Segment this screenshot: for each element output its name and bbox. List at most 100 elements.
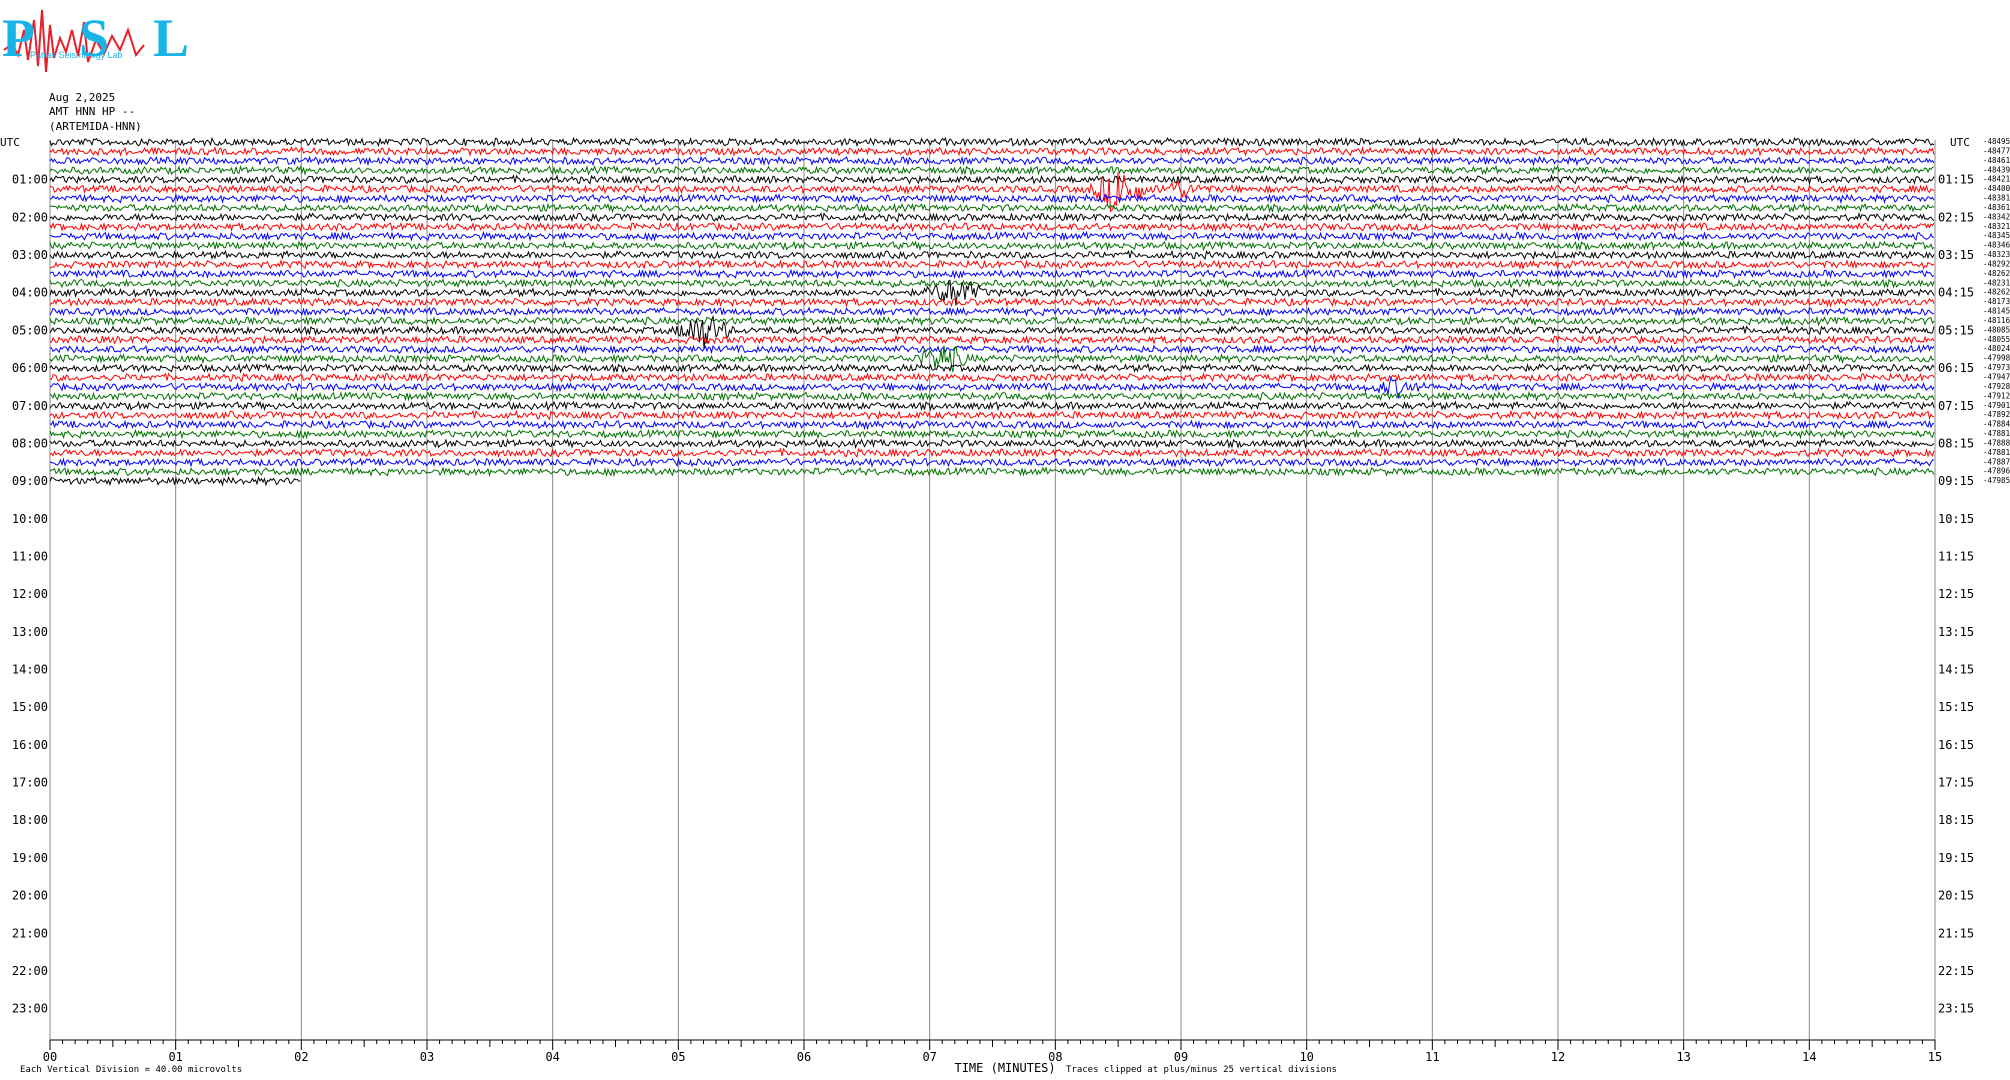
right-hour-label: 16:15 — [1938, 738, 1974, 752]
x-tick-label: 14 — [1802, 1050, 1816, 1064]
right-hour-label: 05:15 — [1938, 323, 1974, 337]
trace-line — [49, 344, 1935, 355]
trace-line — [49, 447, 1935, 458]
right-hour-label: 15:15 — [1938, 700, 1974, 714]
x-tick-label: 13 — [1676, 1050, 1690, 1064]
left-hour-label: 20:00 — [12, 889, 48, 903]
x-tick-label: 03 — [420, 1050, 434, 1064]
left-hour-label: 03:00 — [12, 248, 48, 262]
right-hour-label: 13:15 — [1938, 625, 1974, 639]
trace-offset-label: -47892 — [1983, 410, 2010, 419]
trace-offset-label: -48495 — [1983, 137, 2010, 146]
trace-offset-label: -48173 — [1983, 297, 2010, 306]
trace-line — [49, 437, 1935, 450]
left-hour-label: 15:00 — [12, 700, 48, 714]
left-hour-label: 09:00 — [12, 474, 48, 488]
right-hour-label: 03:15 — [1938, 248, 1974, 262]
x-tick-label: 01 — [168, 1050, 182, 1064]
trace-line — [49, 258, 1935, 271]
trace-line — [49, 202, 1935, 214]
trace-offset-label: -48231 — [1983, 278, 2010, 287]
x-tick-label: 04 — [545, 1050, 559, 1064]
right-hour-label: 08:15 — [1938, 436, 1974, 450]
trace-line — [49, 193, 1935, 205]
trace-offset-label: -47896 — [1983, 467, 2010, 476]
trace-offset-label: -48361 — [1983, 203, 2010, 212]
left-hour-label: 12:00 — [12, 587, 48, 601]
trace-line — [49, 230, 1935, 242]
x-tick-label: 09 — [1174, 1050, 1188, 1064]
trace-offset-label: -47887 — [1983, 457, 2010, 466]
trace-line — [49, 315, 1935, 327]
trace-offset-label: -48055 — [1983, 335, 2010, 344]
trace-offset-label: -48381 — [1983, 194, 2010, 203]
left-hour-label: 04:00 — [12, 286, 48, 300]
trace-line — [49, 164, 1935, 176]
trace-offset-label: -48321 — [1983, 222, 2010, 231]
trace-offset-label: -48461 — [1983, 156, 2010, 165]
x-tick-label: 07 — [922, 1050, 936, 1064]
trace-line — [49, 268, 1935, 280]
trace-offset-label: -48342 — [1983, 212, 2010, 221]
trace-offset-label: -47998 — [1983, 354, 2010, 363]
trace-line — [49, 249, 1935, 261]
trace-offset-label: -47888 — [1983, 438, 2010, 447]
x-tick-label: 10 — [1299, 1050, 1313, 1064]
right-hour-label: 20:15 — [1938, 889, 1974, 903]
left-hour-label: 10:00 — [12, 512, 48, 526]
right-hour-label: 21:15 — [1938, 926, 1974, 940]
trace-offset-label: -47884 — [1983, 420, 2010, 429]
right-hour-label: 02:15 — [1938, 210, 1974, 224]
trace-line — [49, 362, 1935, 374]
right-hour-label: 10:15 — [1938, 512, 1974, 526]
x-tick-label: 00 — [43, 1050, 57, 1064]
trace-line — [50, 372, 1935, 383]
trace-offset-label: -47901 — [1983, 401, 2010, 410]
trace-offset-label: -48145 — [1983, 307, 2010, 316]
x-tick-label: 02 — [294, 1050, 308, 1064]
right-hour-label: 09:15 — [1938, 474, 1974, 488]
trace-offset-label: -48421 — [1983, 175, 2010, 184]
right-hour-label: 17:15 — [1938, 776, 1974, 790]
trace-line — [49, 145, 1935, 158]
trace-offset-label: -47973 — [1983, 363, 2010, 372]
trace-line — [49, 306, 1935, 318]
trace-offset-label: -47881 — [1983, 429, 2010, 438]
vertical-division-label: Each Vertical Division = 40.00 microvolt… — [20, 1065, 242, 1075]
trace-offset-label: -48262 — [1983, 269, 2010, 278]
right-hour-label: 11:15 — [1938, 549, 1974, 563]
left-hour-label: 18:00 — [12, 813, 48, 827]
left-hour-label: 23:00 — [12, 1002, 48, 1016]
left-hour-label: 05:00 — [12, 323, 48, 337]
x-axis-title: TIME (MINUTES) — [954, 1061, 1055, 1075]
trace-line — [49, 419, 1934, 431]
right-hour-label: 19:15 — [1938, 851, 1974, 865]
trace-offset-label: -48323 — [1983, 250, 2010, 259]
left-utc-label: UTC — [0, 136, 20, 149]
left-hour-label: 14:00 — [12, 663, 48, 677]
right-hour-label: 22:15 — [1938, 964, 1974, 978]
x-tick-label: 05 — [671, 1050, 685, 1064]
left-hour-label: 11:00 — [12, 549, 48, 563]
trace-line — [49, 428, 1935, 440]
right-hour-label: 04:15 — [1938, 286, 1974, 300]
x-tick-label: 15 — [1928, 1050, 1942, 1064]
trace-line — [49, 334, 1935, 346]
left-hour-label: 22:00 — [12, 964, 48, 978]
trace-line — [49, 314, 1935, 350]
trace-offset-label: -47881 — [1983, 448, 2010, 457]
clipping-note: Traces clipped at plus/minus 25 vertical… — [1066, 1065, 1337, 1075]
left-hour-label: 16:00 — [12, 738, 48, 752]
left-hour-label: 19:00 — [12, 851, 48, 865]
trace-line — [49, 240, 1935, 252]
trace-line — [49, 277, 1935, 289]
trace-line — [49, 466, 1935, 478]
trace-offset-label: -48085 — [1983, 325, 2010, 334]
trace-line — [49, 221, 1935, 233]
trace-line — [49, 390, 1935, 403]
trace-offset-label: -47912 — [1983, 391, 2010, 400]
right-hour-label: 07:15 — [1938, 399, 1974, 413]
trace-offset-label: -48439 — [1983, 165, 2010, 174]
left-hour-label: 21:00 — [12, 926, 48, 940]
trace-offset-label: -48477 — [1983, 146, 2010, 155]
